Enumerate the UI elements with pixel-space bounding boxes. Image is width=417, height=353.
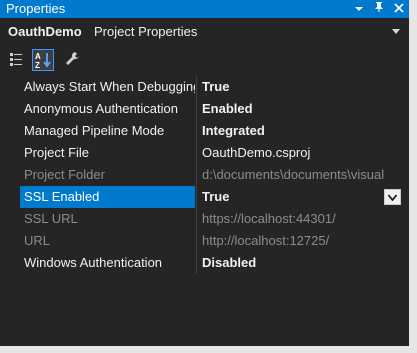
object-selector[interactable]: OauthDemo Project Properties [0, 18, 409, 46]
property-name: SSL Enabled [20, 186, 195, 208]
property-row-project-folder[interactable]: Project Folder d:\documents\documents\vi… [0, 164, 409, 186]
property-value: d:\documents\documents\visual [196, 164, 409, 186]
alphabetical-icon: A Z [35, 52, 51, 70]
title-bar[interactable]: Properties [0, 0, 409, 18]
window-shadow-bottom [0, 346, 417, 353]
categorized-icon [10, 53, 22, 66]
property-name: Managed Pipeline Mode [24, 123, 165, 138]
property-row-ssl-url[interactable]: SSL URL https://localhost:44301/ [0, 208, 409, 230]
property-name: Project Folder [24, 167, 105, 182]
property-row-ssl-enabled[interactable]: SSL Enabled True [0, 186, 409, 208]
property-row-windows-auth[interactable]: Windows Authentication Disabled [0, 252, 409, 274]
properties-toolbar: A Z [0, 46, 409, 74]
window-title: Properties [6, 1, 66, 16]
property-value[interactable]: Disabled [196, 252, 409, 274]
categorized-button[interactable] [6, 49, 28, 71]
object-type: Project Properties [94, 24, 198, 39]
property-value: http://localhost:12725/ [196, 230, 409, 252]
property-row-project-file[interactable]: Project File OauthDemo.csproj [0, 142, 409, 164]
pin-icon[interactable] [373, 1, 385, 17]
property-name: Project File [24, 145, 90, 160]
property-name: Always Start When Debugging [24, 79, 195, 94]
chevron-down-icon[interactable] [392, 29, 400, 34]
chevron-down-icon [388, 194, 397, 201]
property-name: URL [24, 233, 51, 248]
property-row-always-start[interactable]: Always Start When Debugging True [0, 76, 409, 98]
property-name: SSL URL [24, 211, 78, 226]
property-value[interactable]: Integrated [196, 120, 409, 142]
property-value[interactable]: True [196, 186, 409, 208]
window-controls [353, 0, 405, 18]
property-pages-wrench-icon [66, 52, 79, 65]
property-pages-button[interactable] [62, 49, 84, 71]
close-icon[interactable] [393, 1, 405, 17]
property-value[interactable]: Enabled [196, 98, 409, 120]
object-name: OauthDemo [8, 24, 82, 39]
dropdown-menu-icon[interactable] [353, 1, 365, 17]
property-row-url[interactable]: URL http://localhost:12725/ [0, 230, 409, 252]
property-value[interactable]: True [196, 76, 409, 98]
property-value[interactable]: OauthDemo.csproj [196, 142, 409, 164]
property-name: Anonymous Authentication [24, 101, 178, 116]
property-value: https://localhost:44301/ [196, 208, 409, 230]
window-shadow-right [409, 0, 417, 353]
alphabetical-button[interactable]: A Z [32, 49, 54, 71]
value-dropdown-button[interactable] [384, 189, 401, 205]
property-name: Windows Authentication [24, 255, 163, 270]
properties-window: Properties OauthDemo Project Properties [0, 0, 409, 346]
svg-text:Z: Z [35, 61, 40, 70]
property-row-pipeline-mode[interactable]: Managed Pipeline Mode Integrated [0, 120, 409, 142]
property-row-anonymous-auth[interactable]: Anonymous Authentication Enabled [0, 98, 409, 120]
svg-text:A: A [35, 52, 41, 61]
